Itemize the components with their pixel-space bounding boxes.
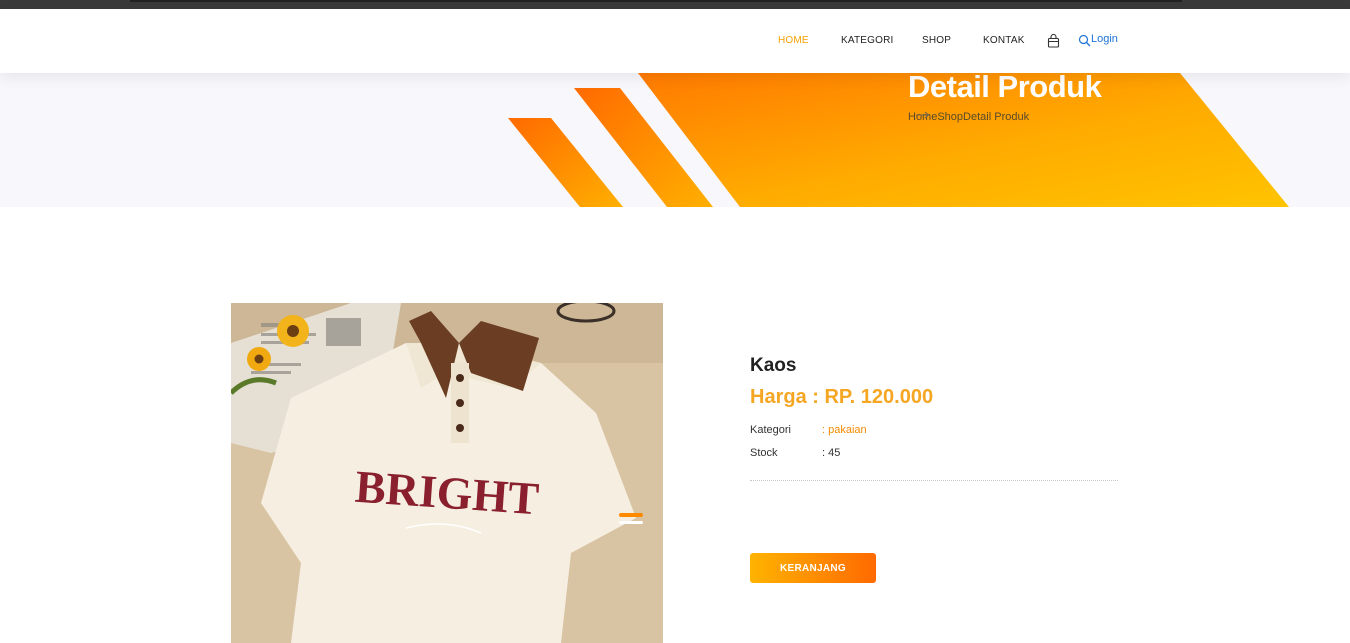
- divider: [750, 480, 1118, 481]
- add-to-cart-button[interactable]: KERANJANG: [750, 553, 876, 583]
- banner-stripe-1: [508, 118, 623, 207]
- category-value[interactable]: : pakaian: [822, 424, 867, 436]
- navbar: HOME KATEGORI SHOP KONTAK Login: [0, 9, 1350, 73]
- product-image[interactable]: BRIGHT: [231, 303, 663, 643]
- page-banner: Detail Produk Home Shop Detail Produk: [0, 73, 1350, 207]
- search-icon[interactable]: [1078, 34, 1091, 47]
- product-price: Harga : RP. 120.000: [750, 386, 934, 408]
- stock-value: : 45: [822, 447, 841, 459]
- browser-top-strip: [0, 0, 1350, 9]
- stock-label: Stock: [750, 447, 778, 459]
- product-photo: BRIGHT: [231, 303, 663, 643]
- category-label: Kategori: [750, 424, 791, 436]
- nav-shop[interactable]: SHOP: [922, 35, 951, 46]
- login-link[interactable]: Login: [1091, 33, 1118, 45]
- nav-home[interactable]: HOME: [778, 35, 809, 46]
- nav-kategori[interactable]: KATEGORI: [841, 35, 894, 46]
- nav-kontak[interactable]: KONTAK: [983, 35, 1025, 46]
- breadcrumb-current: Detail Produk: [963, 111, 1030, 123]
- cart-icon[interactable]: [1047, 34, 1060, 48]
- product-name: Kaos: [750, 355, 797, 376]
- top-strip-bar: [130, 0, 1182, 2]
- page-title: Detail Produk: [908, 73, 1102, 104]
- arrow-right-icon: [916, 111, 930, 119]
- breadcrumb-shop[interactable]: Shop: [937, 111, 963, 123]
- breadcrumb: Home Shop Detail Produk: [908, 111, 1029, 123]
- banner-graphic: [508, 73, 1289, 207]
